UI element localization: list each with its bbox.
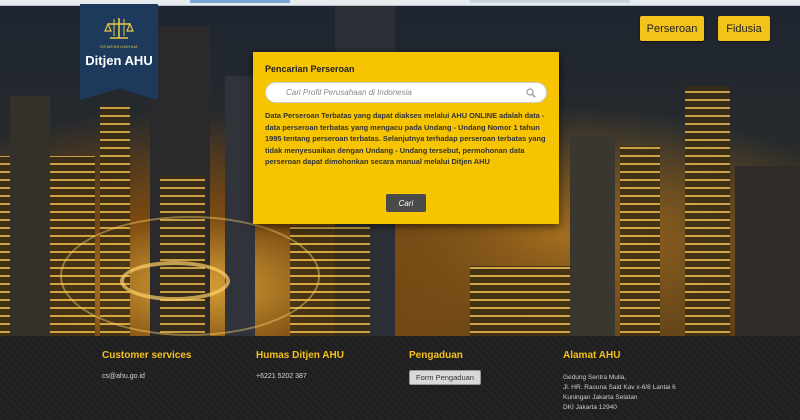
building xyxy=(620,146,660,336)
building xyxy=(570,136,615,336)
footer: Customer services cs@ahu.go.id Humas Dit… xyxy=(0,336,800,420)
footer-humas: Humas Ditjen AHU +6221 5202 387 xyxy=(256,350,344,380)
ditjen-ahu-logo[interactable]: KEMENKUMHAM Ditjen AHU xyxy=(80,4,158,100)
building xyxy=(735,166,800,336)
nav-fidusia-button[interactable]: Fidusia xyxy=(718,16,770,41)
address-line: Gedung Sentra Mulia, xyxy=(563,374,627,381)
panel-title: Pencarian Perseroan xyxy=(265,64,355,74)
browser-tab-edge xyxy=(190,0,290,3)
search-box[interactable] xyxy=(265,82,547,103)
panel-description: Data Perseroan Terbatas yang dapat diaks… xyxy=(265,111,546,166)
building xyxy=(10,96,50,336)
customer-email-link[interactable]: cs@ahu.go.id xyxy=(102,373,192,380)
humas-title: Humas Ditjen AHU xyxy=(256,350,344,361)
alamat-address: Gedung Sentra Mulia, Jl. HR. Rasuna Said… xyxy=(563,373,676,413)
footer-customer-services: Customer services cs@ahu.go.id xyxy=(102,350,192,380)
footer-pengaduan: Pengaduan Form Pengaduan xyxy=(409,350,481,385)
scales-emblem-icon xyxy=(104,18,134,39)
alamat-title: Alamat AHU xyxy=(563,350,621,361)
footer-alamat: Alamat AHU Gedung Sentra Mulia, Jl. HR. … xyxy=(563,350,676,413)
address-line: DKI Jakarta 12940 xyxy=(563,404,617,411)
address-line: Jl. HR. Rasuna Said Kav x-6/8 Lantai 6 xyxy=(563,384,676,391)
humas-phone: +6221 5202 387 xyxy=(256,373,307,380)
browser-address-edge xyxy=(470,0,630,3)
search-input[interactable] xyxy=(286,88,536,97)
search-button[interactable]: Cari xyxy=(386,194,426,212)
building xyxy=(685,86,730,336)
logo-title: Ditjen AHU xyxy=(85,53,153,68)
form-pengaduan-button[interactable]: Form Pengaduan xyxy=(409,370,481,385)
pengaduan-title: Pengaduan xyxy=(409,350,463,361)
address-line: Kuningan Jakarta Selatan xyxy=(563,394,638,401)
customer-services-title: Customer services xyxy=(102,350,192,361)
search-panel: Pencarian Perseroan Data Perseroan Terba… xyxy=(253,52,559,224)
nav-perseroan-button[interactable]: Perseroan xyxy=(640,16,704,41)
magnifier-icon[interactable] xyxy=(526,88,536,98)
logo-subtext: KEMENKUMHAM xyxy=(100,44,138,49)
road-lights xyxy=(60,216,320,336)
